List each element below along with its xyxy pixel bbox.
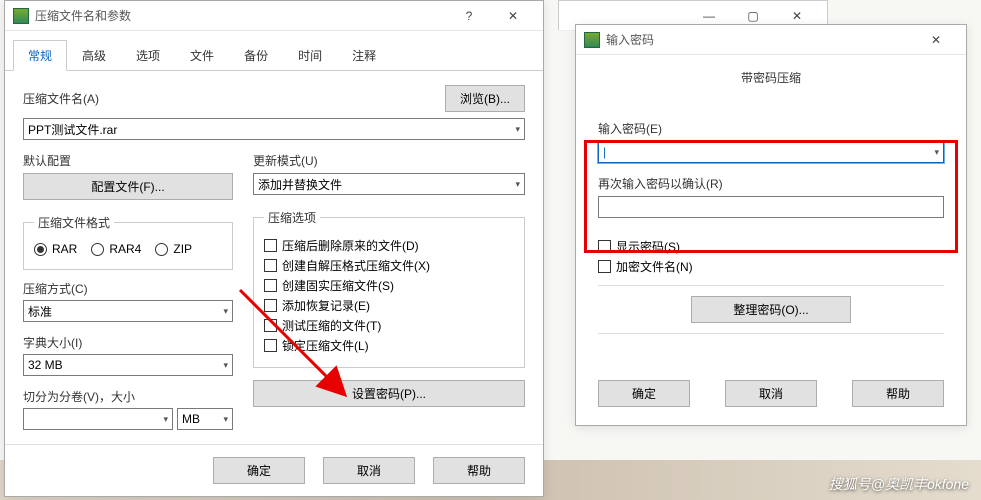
chevron-down-icon: ▾ <box>515 124 520 135</box>
pw-subtitle: 带密码压缩 <box>576 55 966 100</box>
checkbox-icon <box>264 279 277 292</box>
tab-files[interactable]: 文件 <box>175 40 229 71</box>
tab-advanced[interactable]: 高级 <box>67 40 121 71</box>
format-zip[interactable]: ZIP <box>155 242 192 256</box>
main-titlebar: 压缩文件名和参数 ? ✕ <box>5 1 543 31</box>
split-unit-select[interactable]: MB▾ <box>177 408 233 430</box>
dict-select[interactable]: 32 MB▾ <box>23 354 233 376</box>
radio-icon <box>91 243 104 256</box>
close-icon[interactable]: ✕ <box>914 26 958 54</box>
opt-solid[interactable]: 创建固实压缩文件(S) <box>264 277 514 294</box>
tab-general[interactable]: 常规 <box>13 40 67 71</box>
tab-time[interactable]: 时间 <box>283 40 337 71</box>
dict-label: 字典大小(I) <box>23 334 233 351</box>
chevron-down-icon: ▾ <box>163 414 168 425</box>
set-password-button[interactable]: 设置密码(P)... <box>253 380 525 407</box>
browse-button[interactable]: 浏览(B)... <box>445 85 525 112</box>
confirm-password-label: 再次输入密码以确认(R) <box>598 175 944 192</box>
radio-icon <box>155 243 168 256</box>
chevron-down-icon: ▾ <box>223 306 228 317</box>
format-legend: 压缩文件格式 <box>34 214 114 231</box>
main-title: 压缩文件名和参数 <box>35 7 447 24</box>
enter-password-label: 输入密码(E) <box>598 120 944 137</box>
app-icon <box>584 32 600 48</box>
checkbox-icon <box>264 239 277 252</box>
watermark-text: 搜狐号@奥凯丰okfone <box>829 474 969 494</box>
checkbox-icon <box>598 240 611 253</box>
options-fieldset: 压缩选项 压缩后删除原来的文件(D) 创建自解压格式压缩文件(X) 创建固实压缩… <box>253 209 525 368</box>
archive-name-input[interactable]: PPT测试文件.rar ▾ <box>23 118 525 140</box>
format-fieldset: 压缩文件格式 RAR RAR4 ZIP <box>23 214 233 270</box>
main-footer: 确定 取消 帮助 <box>5 444 543 496</box>
app-icon <box>13 8 29 24</box>
archive-name-label: 压缩文件名(A) <box>23 90 437 107</box>
main-dialog: 压缩文件名和参数 ? ✕ 常规 高级 选项 文件 备份 时间 注释 压缩文件名(… <box>4 0 544 497</box>
options-legend: 压缩选项 <box>264 209 320 226</box>
close-icon[interactable]: ✕ <box>491 2 535 30</box>
split-size-input[interactable]: ▾ <box>23 408 173 430</box>
pw-title: 输入密码 <box>606 31 914 48</box>
pw-footer: 确定 取消 帮助 <box>576 368 966 425</box>
opt-delete-after[interactable]: 压缩后删除原来的文件(D) <box>264 237 514 254</box>
checkbox-icon <box>264 259 277 272</box>
help-button[interactable]: 帮助 <box>433 457 525 484</box>
pw-cancel-button[interactable]: 取消 <box>725 380 817 407</box>
password-value: | <box>603 145 606 159</box>
configure-button[interactable]: 配置文件(F)... <box>23 173 233 200</box>
cancel-button[interactable]: 取消 <box>323 457 415 484</box>
password-dialog: 输入密码 ✕ 带密码压缩 输入密码(E) | ▾ 再次输入密码以确认(R) 显示… <box>575 24 967 426</box>
opt-recovery[interactable]: 添加恢复记录(E) <box>264 297 514 314</box>
opt-lock[interactable]: 锁定压缩文件(L) <box>264 337 514 354</box>
encrypt-names-checkbox[interactable]: 加密文件名(N) <box>598 258 944 275</box>
pw-help-button[interactable]: 帮助 <box>852 380 944 407</box>
split-label: 切分为分卷(V)，大小 <box>23 388 233 405</box>
opt-test[interactable]: 测试压缩的文件(T) <box>264 317 514 334</box>
help-title-icon[interactable]: ? <box>447 2 491 30</box>
show-password-checkbox[interactable]: 显示密码(S) <box>598 238 944 255</box>
checkbox-icon <box>264 299 277 312</box>
tab-bar: 常规 高级 选项 文件 备份 时间 注释 <box>5 31 543 71</box>
format-rar[interactable]: RAR <box>34 242 77 256</box>
update-mode-label: 更新模式(U) <box>253 152 525 169</box>
chevron-down-icon: ▾ <box>515 179 520 190</box>
radio-icon <box>34 243 47 256</box>
opt-sfx[interactable]: 创建自解压格式压缩文件(X) <box>264 257 514 274</box>
pw-ok-button[interactable]: 确定 <box>598 380 690 407</box>
chevron-down-icon: ▾ <box>223 414 228 425</box>
method-label: 压缩方式(C) <box>23 280 233 297</box>
chevron-down-icon: ▾ <box>223 360 228 371</box>
organize-passwords-button[interactable]: 整理密码(O)... <box>691 296 851 323</box>
default-profile-label: 默认配置 <box>23 152 233 169</box>
ok-button[interactable]: 确定 <box>213 457 305 484</box>
checkbox-icon <box>264 319 277 332</box>
chevron-down-icon: ▾ <box>934 147 939 158</box>
format-rar4[interactable]: RAR4 <box>91 242 141 256</box>
checkbox-icon <box>598 260 611 273</box>
pw-titlebar: 输入密码 ✕ <box>576 25 966 55</box>
method-select[interactable]: 标准▾ <box>23 300 233 322</box>
tab-backup[interactable]: 备份 <box>229 40 283 71</box>
confirm-password-input[interactable] <box>598 196 944 218</box>
update-mode-select[interactable]: 添加并替换文件▾ <box>253 173 525 195</box>
tab-comment[interactable]: 注释 <box>337 40 391 71</box>
tab-options[interactable]: 选项 <box>121 40 175 71</box>
password-input[interactable]: | ▾ <box>598 141 944 163</box>
checkbox-icon <box>264 339 277 352</box>
archive-name-value: PPT测试文件.rar <box>28 121 117 138</box>
